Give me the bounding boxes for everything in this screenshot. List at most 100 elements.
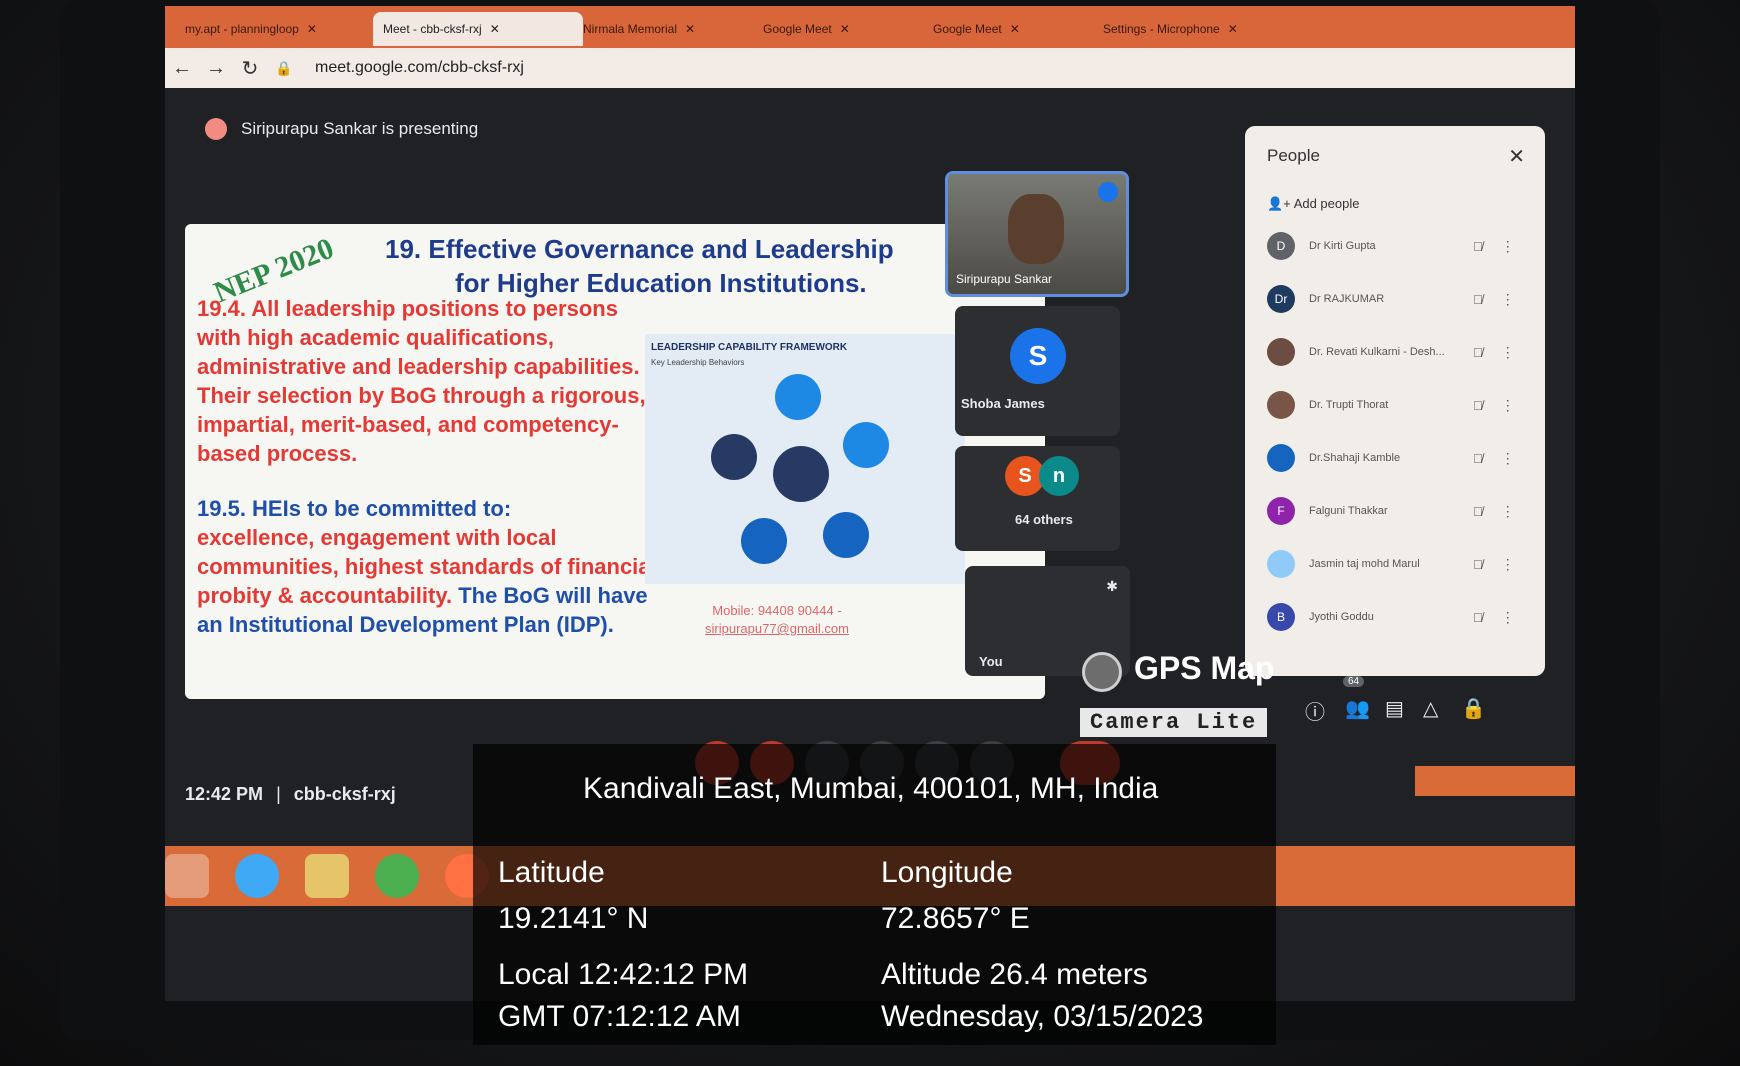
- add-person-icon: 👤+: [1267, 196, 1294, 211]
- participant-name: Falguni Thakkar: [1309, 505, 1388, 517]
- tab-label: Nirmala Memorial: [583, 22, 678, 36]
- lock-icon: 🔒: [275, 59, 293, 76]
- start-icon[interactable]: [165, 854, 209, 898]
- framework-hub: [773, 446, 829, 502]
- speaker-tile[interactable]: Siripurapu Sankar: [945, 171, 1129, 297]
- framework-node: [843, 422, 889, 468]
- people-icon[interactable]: 👥: [1345, 696, 1370, 721]
- close-icon[interactable]: ✕: [685, 22, 695, 36]
- mic-off-icon[interactable]: 🎙̸: [1473, 292, 1483, 307]
- close-icon[interactable]: ✕: [1010, 22, 1020, 36]
- meeting-info: 12:42 PM | cbb-cksf-rxj: [185, 784, 396, 805]
- participant-name: Dr. Revati Kulkarni - Desh...: [1309, 346, 1445, 358]
- presenting-banner: Siripurapu Sankar is presenting: [205, 118, 478, 140]
- add-people-button[interactable]: 👤+ Add people: [1267, 196, 1359, 212]
- avatar: F: [1267, 497, 1295, 525]
- browser-tab[interactable]: Nirmala Memorial ✕: [573, 12, 763, 46]
- framework-node: [741, 518, 787, 564]
- close-icon[interactable]: ✕: [1508, 144, 1525, 169]
- mic-off-icon[interactable]: 🎙̸: [1473, 451, 1483, 466]
- latitude-label: Latitude: [498, 856, 605, 889]
- avatar: [1267, 391, 1295, 419]
- browser-tab[interactable]: Google Meet ✕: [753, 12, 933, 46]
- participant-name: Shoba James: [961, 396, 1045, 411]
- participant-name: Dr RAJKUMAR: [1309, 293, 1385, 305]
- mic-off-icon[interactable]: 🎙̸: [1473, 239, 1483, 254]
- more-vert-icon[interactable]: ⋮: [1501, 344, 1515, 361]
- participant-row[interactable]: Dr. Revati Kulkarni - Desh... 🎙̸ ⋮: [1267, 332, 1537, 372]
- participant-row[interactable]: Dr.Shahaji Kamble 🎙̸ ⋮: [1267, 438, 1537, 478]
- more-vert-icon[interactable]: ⋮: [1501, 556, 1515, 573]
- shared-slide: NEP 2020 19. Effective Governance and Le…: [185, 224, 1045, 699]
- slide-contact: Mobile: 94408 90444 - siripurapu77@gmail…: [705, 602, 849, 638]
- tab-label: Settings - Microphone: [1103, 22, 1220, 36]
- contact-email[interactable]: siripurapu77@gmail.com: [705, 620, 849, 638]
- avatar: [1267, 444, 1295, 472]
- participant-row[interactable]: B Jyothi Goddu 🎙̸ ⋮: [1267, 597, 1537, 637]
- close-icon[interactable]: ✕: [490, 22, 500, 36]
- gps-overlay-panel: Kandivali East, Mumbai, 400101, MH, Indi…: [473, 744, 1276, 1045]
- local-time: Local 12:42:12 PM: [498, 958, 749, 991]
- avatar: B: [1267, 603, 1295, 631]
- close-icon[interactable]: ✕: [1228, 22, 1238, 36]
- browser-tab-active[interactable]: Meet - cbb-cksf-rxj ✕: [373, 12, 583, 46]
- participant-row[interactable]: Dr. Trupti Thorat 🎙̸ ⋮: [1267, 385, 1537, 425]
- gmt-time: GMT 07:12:12 AM: [498, 1000, 741, 1033]
- longitude-label: Longitude: [881, 856, 1013, 889]
- url-field[interactable]: meet.google.com/cbb-cksf-rxj: [315, 59, 524, 77]
- framework-node: [823, 512, 869, 558]
- mic-off-icon[interactable]: 🎙̸: [1473, 398, 1483, 413]
- tab-label: Google Meet: [933, 22, 1002, 36]
- browser-tab[interactable]: Google Meet ✕: [923, 12, 1103, 46]
- more-vert-icon[interactable]: ⋮: [1501, 503, 1515, 520]
- more-vert-icon[interactable]: ⋮: [1501, 450, 1515, 467]
- avatar: [1267, 338, 1295, 366]
- reload-icon[interactable]: ↻: [233, 56, 267, 81]
- chat-icon[interactable]: ▤: [1385, 696, 1404, 721]
- add-people-label: Add people: [1293, 196, 1360, 211]
- participant-row[interactable]: Jasmin taj mohd Marul 🎙̸ ⋮: [1267, 544, 1537, 584]
- others-tile[interactable]: S n 64 others: [955, 446, 1120, 551]
- mic-off-icon[interactable]: 🎙̸: [1473, 610, 1483, 625]
- avatar: [1267, 550, 1295, 578]
- browser-tab[interactable]: my.apt - planningloop ✕: [175, 12, 385, 46]
- forward-icon[interactable]: →: [199, 57, 233, 80]
- participant-row[interactable]: D Dr Kirti Gupta 🎙̸ ⋮: [1267, 226, 1537, 266]
- more-vert-icon[interactable]: ⋮: [1501, 238, 1515, 255]
- leadership-framework-diagram: LEADERSHIP CAPABILITY FRAMEWORK Key Lead…: [645, 334, 965, 584]
- back-icon[interactable]: ←: [165, 57, 199, 80]
- internet-explorer-icon[interactable]: [235, 854, 279, 898]
- location-text: Kandivali East, Mumbai, 400101, MH, Indi…: [583, 772, 1159, 805]
- file-explorer-icon[interactable]: [305, 854, 349, 898]
- mic-off-icon[interactable]: 🎙̸: [1473, 504, 1483, 519]
- mic-off-icon[interactable]: 🎙̸: [1473, 557, 1483, 572]
- host-controls-icon[interactable]: 🔒: [1461, 696, 1486, 721]
- gps-brand-title: GPS Map: [1134, 650, 1275, 686]
- altitude: Altitude 26.4 meters: [881, 958, 1148, 991]
- speaker-name: Siripurapu Sankar: [956, 272, 1053, 286]
- participant-row[interactable]: F Falguni Thakkar 🎙̸ ⋮: [1267, 491, 1537, 531]
- tab-label: my.apt - planningloop: [185, 22, 299, 36]
- paragraph-19-5: 19.5. HEIs to be committed to: excellenc…: [197, 494, 677, 639]
- mic-off-icon: ✱: [1106, 578, 1118, 594]
- more-vert-icon[interactable]: ⋮: [1501, 397, 1515, 414]
- meeting-code: cbb-cksf-rxj: [293, 784, 396, 804]
- participant-row[interactable]: Dr Dr RAJKUMAR 🎙̸ ⋮: [1267, 279, 1537, 319]
- browser-tab[interactable]: Settings - Microphone ✕: [1093, 12, 1283, 46]
- more-vert-icon[interactable]: ⋮: [1501, 609, 1515, 626]
- avatar: Dr: [1267, 285, 1295, 313]
- system-tray: [1415, 766, 1575, 796]
- speaker-video: [1008, 194, 1064, 264]
- info-icon[interactable]: ⓘ: [1305, 696, 1325, 725]
- photo: my.apt - planningloop ✕ Meet - cbb-cksf-r…: [0, 0, 1740, 1066]
- participant-tile-shoba[interactable]: S Shoba James: [955, 306, 1120, 436]
- close-icon[interactable]: ✕: [840, 22, 850, 36]
- avatar: S: [1010, 328, 1066, 384]
- activities-icon[interactable]: △: [1423, 696, 1438, 721]
- mic-off-icon[interactable]: 🎙̸: [1473, 345, 1483, 360]
- participant-name: Dr.Shahaji Kamble: [1309, 452, 1401, 464]
- close-icon[interactable]: ✕: [307, 22, 317, 36]
- chrome-icon[interactable]: [375, 854, 419, 898]
- more-vert-icon[interactable]: ⋮: [1501, 291, 1515, 308]
- browser-tab-bar: my.apt - planningloop ✕ Meet - cbb-cksf-r…: [165, 6, 1575, 48]
